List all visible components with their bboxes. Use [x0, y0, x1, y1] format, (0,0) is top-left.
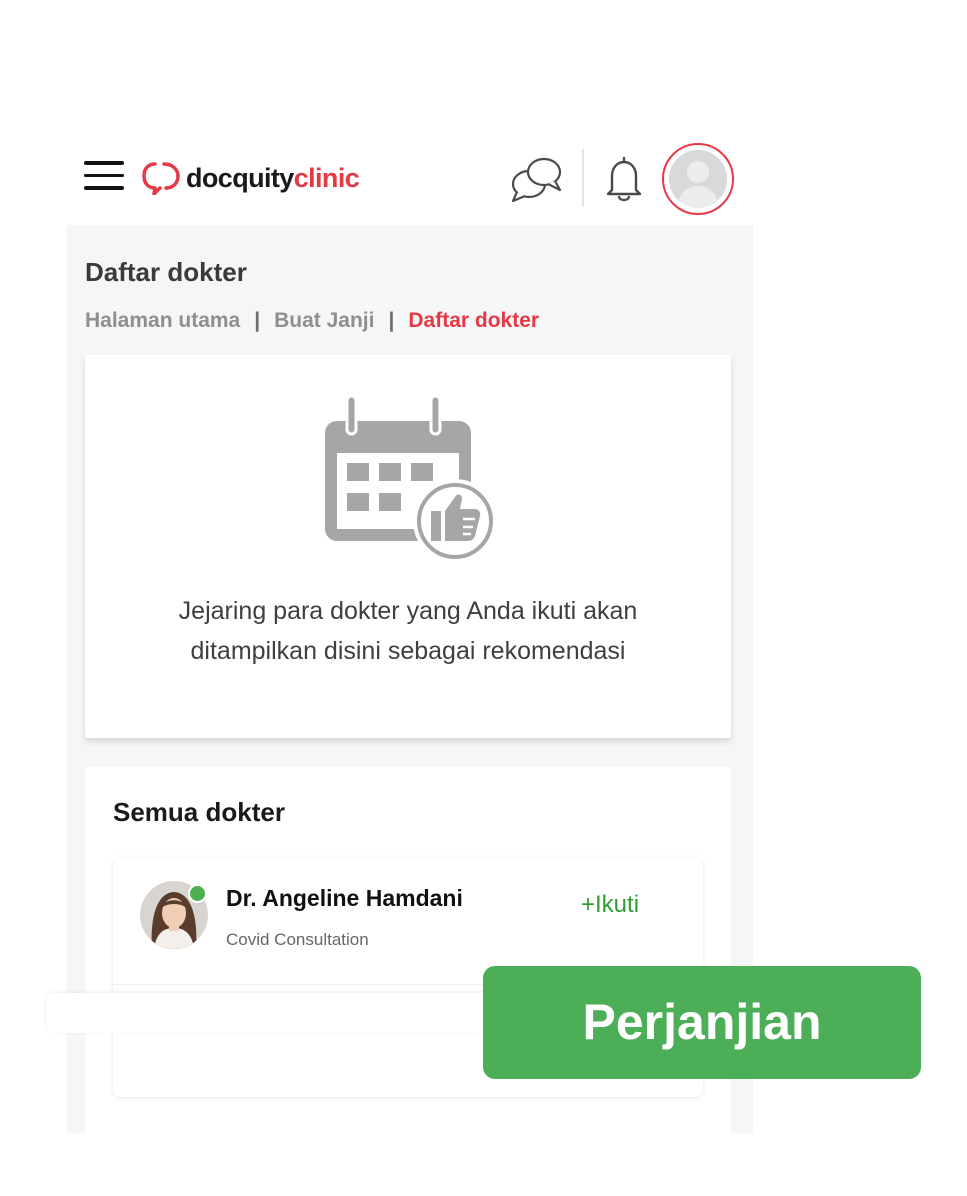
profile-avatar-button[interactable] — [662, 143, 734, 215]
appointment-button[interactable]: Perjanjian — [483, 966, 921, 1079]
logo-text: docquityclinic — [186, 162, 360, 194]
bell-icon[interactable] — [602, 155, 646, 203]
page-title: Daftar dokter — [85, 257, 247, 287]
avatar-icon — [669, 150, 727, 208]
breadcrumb: Halaman utama | Buat Janji | Daftar dokter — [85, 309, 539, 333]
docquity-logo-icon — [142, 162, 180, 195]
logo-text-docquity: docquity — [186, 162, 294, 193]
doctor-specialty: Covid Consultation — [226, 930, 369, 949]
follow-button[interactable]: +Ikuti — [581, 891, 639, 919]
breadcrumb-separator: | — [388, 309, 395, 332]
logo-text-clinic: clinic — [293, 162, 360, 193]
breadcrumb-home[interactable]: Halaman utama — [85, 309, 240, 332]
breadcrumb-separator: | — [254, 309, 261, 332]
menu-icon[interactable] — [84, 161, 124, 191]
chat-icon[interactable] — [508, 155, 564, 203]
breadcrumb-appointment[interactable]: Buat Janji — [274, 309, 374, 332]
header-divider — [582, 149, 584, 207]
recommendation-empty-card: Jejaring para dokter yang Anda ikuti aka… — [85, 355, 731, 738]
section-title: Semua dokter — [113, 797, 285, 827]
empty-state-message: Jejaring para dokter yang Anda ikuti aka… — [178, 597, 638, 665]
logo[interactable]: docquityclinic — [142, 161, 360, 195]
calendar-thumbs-up-icon — [325, 394, 497, 563]
top-app-bar: docquityclinic — [67, 133, 753, 225]
doctor-name: Dr. Angeline Hamdani — [226, 885, 463, 911]
breadcrumb-current: Daftar dokter — [408, 309, 540, 332]
online-status-indicator — [188, 884, 207, 903]
